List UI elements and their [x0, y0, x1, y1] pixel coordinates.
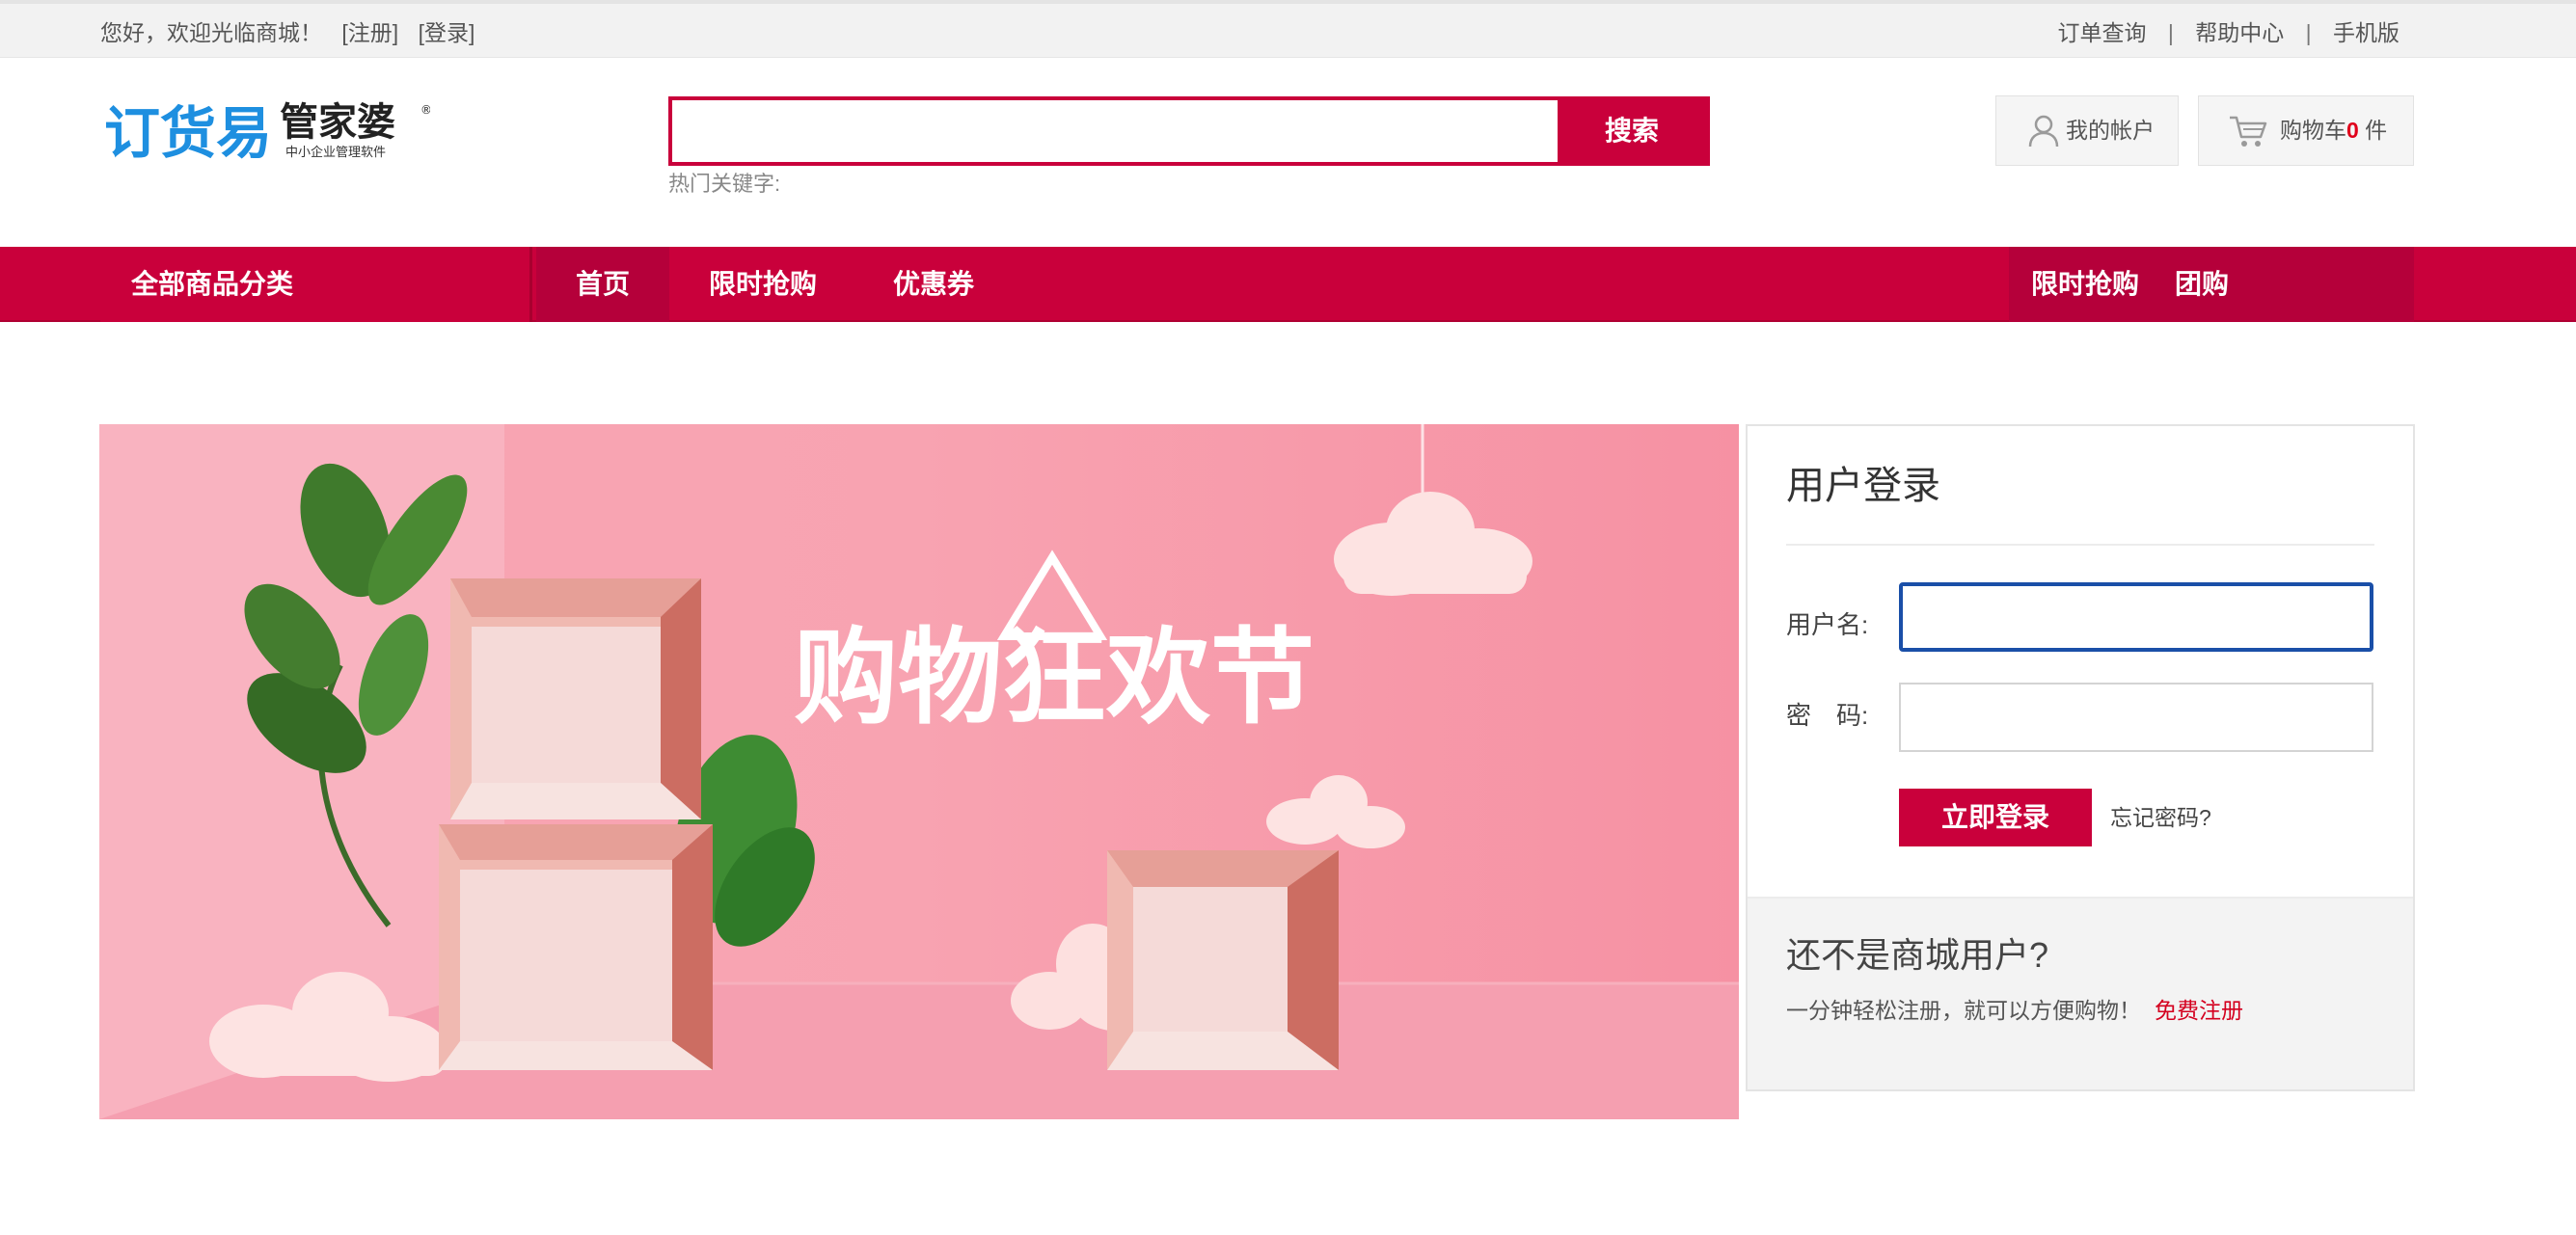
search-box: 搜索	[668, 96, 1710, 166]
top-bar-left: 您好，欢迎光临商城！ [注册] [登录]	[100, 13, 475, 52]
nav-right-flash-sale[interactable]: 限时抢购	[2023, 247, 2147, 322]
nav-flash-sale[interactable]: 限时抢购	[691, 247, 835, 322]
help-center-link[interactable]: 帮助中心	[2195, 20, 2284, 45]
display-box	[439, 824, 713, 1070]
register-link[interactable]: [注册]	[341, 20, 398, 45]
search-input[interactable]	[672, 100, 1558, 162]
nav-home[interactable]: 首页	[536, 247, 669, 322]
nav-coupons[interactable]: 优惠券	[876, 247, 991, 322]
password-label: 密 码:	[1786, 701, 1869, 730]
hot-keywords-label: 热门关键字:	[668, 172, 781, 196]
display-box	[450, 578, 701, 819]
banner-headline: 购物狂欢节	[794, 618, 1315, 738]
separator: |	[2167, 20, 2174, 45]
separator: |	[2305, 20, 2312, 45]
login-panel: 用户登录 用户名: 密 码: 立即登录 忘记密码? 还不是商城用户? 一分钟轻松…	[1746, 424, 2415, 1091]
logo-registered-mark: ®	[420, 103, 430, 117]
login-link[interactable]: [登录]	[419, 20, 475, 45]
cart-suffix: 件	[2358, 118, 2388, 143]
my-account-label: 我的帐户	[2066, 118, 2155, 143]
all-categories-menu[interactable]: 全部商品分类	[100, 247, 532, 322]
free-register-link[interactable]: 免费注册	[2155, 998, 2243, 1023]
top-bar-links: 订单查询 | 帮助中心 | 手机版	[2057, 13, 2400, 52]
forgot-password-link[interactable]: 忘记密码?	[2110, 802, 2211, 833]
register-title: 还不是商城用户?	[1786, 935, 2049, 975]
divider	[1786, 544, 2374, 546]
logo-subtitle: 中小企业管理软件	[285, 145, 386, 160]
username-label: 用户名:	[1786, 610, 1869, 639]
register-prompt: 还不是商城用户? 一分钟轻松注册，就可以方便购物！ 免费注册	[1748, 897, 2413, 1089]
cart-button[interactable]: 购物车0 件	[2198, 95, 2414, 166]
cart-label: 购物车0 件	[2280, 96, 2387, 165]
nav-group-buy[interactable]: 团购	[2168, 247, 2236, 322]
display-box	[1107, 850, 1339, 1070]
welcome-text: 您好，欢迎光临商城！	[100, 20, 322, 45]
cart-prefix: 购物车	[2280, 118, 2346, 143]
logo-main-text: 订货易	[104, 100, 272, 166]
cart-count: 0	[2346, 118, 2359, 143]
search-button[interactable]: 搜索	[1558, 100, 1706, 162]
register-description: 一分钟轻松注册，就可以方便购物！ 免费注册	[1786, 993, 2243, 1028]
user-icon	[2028, 115, 2059, 148]
mobile-version-link[interactable]: 手机版	[2333, 20, 2400, 45]
banner-illustration: 购物狂欢节	[99, 424, 1739, 1119]
site-logo[interactable]: 订货易 管家婆 ® 中小企业管理软件	[102, 93, 432, 170]
username-input[interactable]	[1899, 582, 2373, 652]
main-nav: 全部商品分类 首页 限时抢购 优惠券 限时抢购 团购	[0, 247, 2576, 322]
top-bar: 您好，欢迎光临商城！ [注册] [登录] 订单查询 | 帮助中心 | 手机版	[0, 0, 2576, 58]
order-query-link[interactable]: 订单查询	[2057, 20, 2146, 45]
promo-banner[interactable]: 购物狂欢节	[99, 424, 1739, 1119]
password-input[interactable]	[1899, 683, 2373, 752]
logo-graphic: 订货易 管家婆 ® 中小企业管理软件	[104, 100, 432, 166]
my-account-button[interactable]: 我的帐户	[1995, 95, 2179, 166]
login-title: 用户登录	[1786, 465, 1940, 507]
login-submit-button[interactable]: 立即登录	[1899, 789, 2092, 846]
logo-brand-text: 管家婆	[280, 100, 395, 145]
register-desc-text: 一分钟轻松注册，就可以方便购物！	[1786, 998, 2141, 1023]
cart-icon	[2230, 116, 2267, 147]
